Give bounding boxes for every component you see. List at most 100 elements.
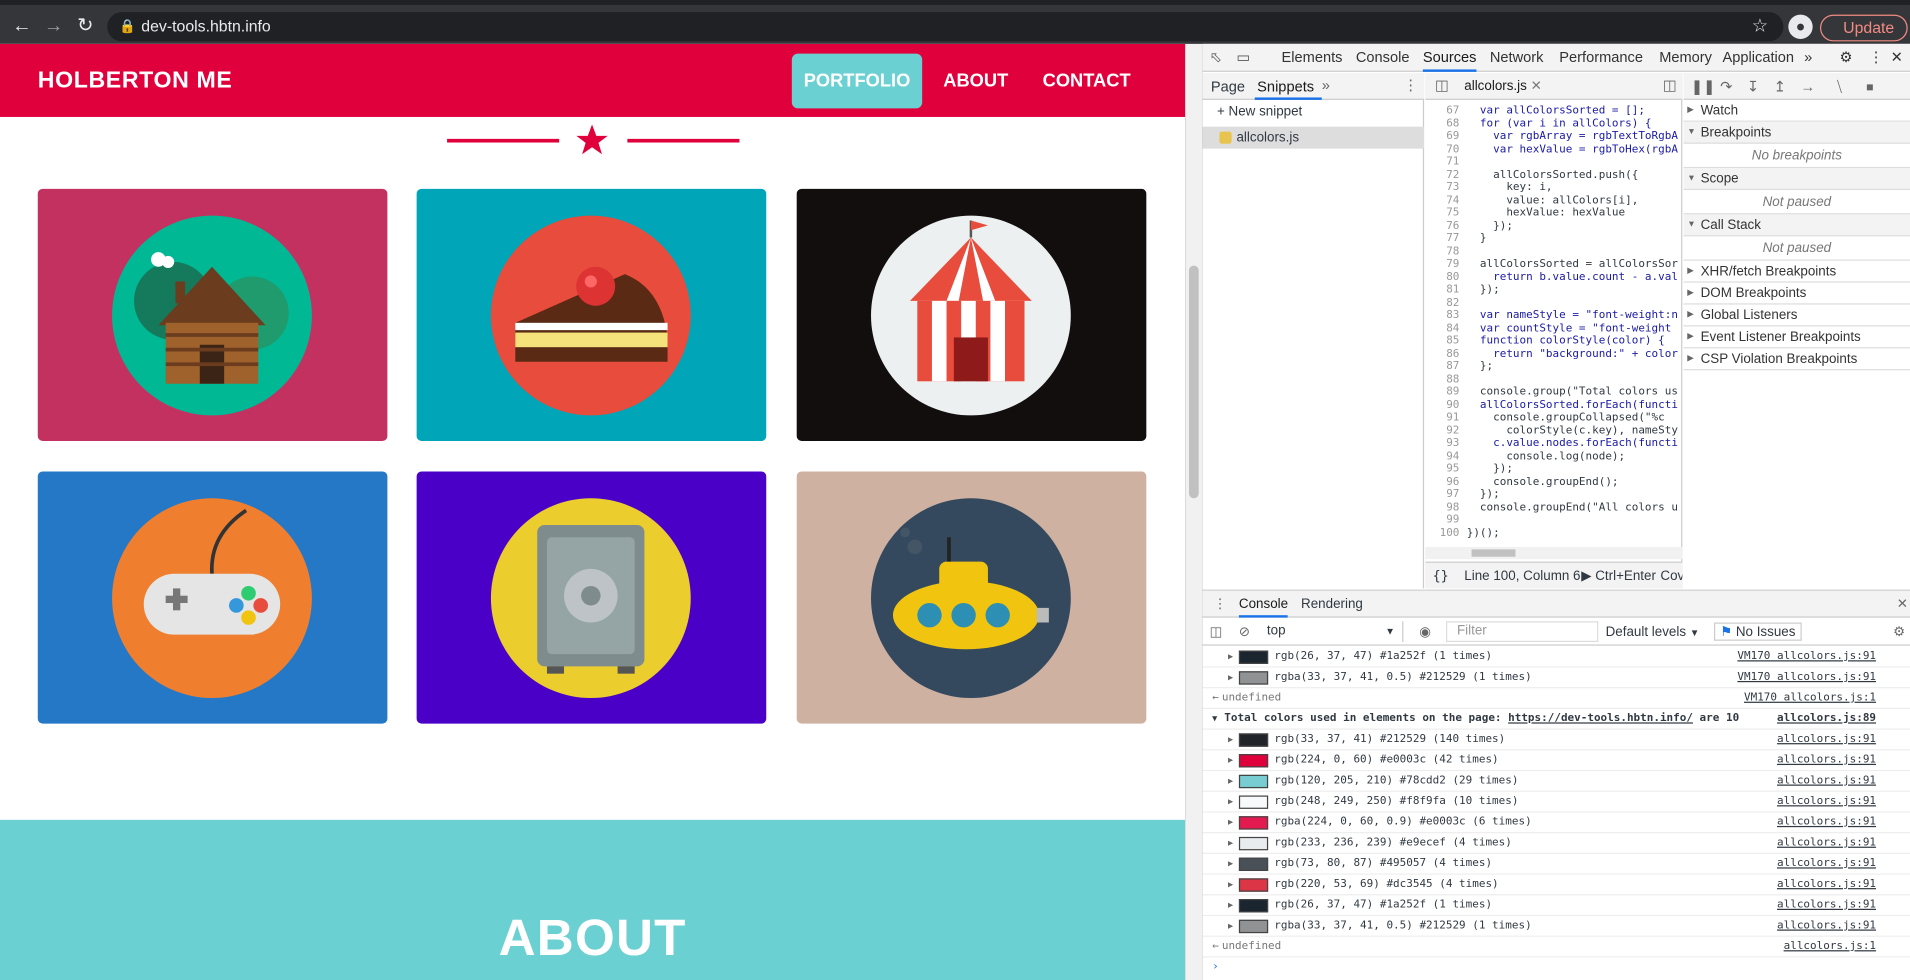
device-toggle-icon[interactable]: ▭ xyxy=(1236,44,1250,72)
drawer-tab-rendering[interactable]: Rendering xyxy=(1301,591,1363,618)
source-link[interactable]: allcolors.js:91 xyxy=(1777,730,1876,751)
code-line[interactable]: 90 allColorsSorted.forEach(functi xyxy=(1425,399,1682,412)
step-into-icon[interactable]: ↧ xyxy=(1747,73,1759,100)
nav-contact[interactable]: CONTACT xyxy=(1035,54,1137,109)
watch-section[interactable]: ▶ Watch xyxy=(1683,100,1910,122)
update-button[interactable]: Update xyxy=(1819,14,1908,42)
line-number[interactable]: 68 xyxy=(1425,118,1466,131)
line-number[interactable]: 67 xyxy=(1425,105,1466,118)
line-number[interactable]: 94 xyxy=(1425,450,1466,463)
brand-title[interactable]: HOLBERTON ME xyxy=(38,68,233,95)
pause-icon[interactable]: ❚❚ xyxy=(1691,73,1715,100)
back-icon[interactable]: ← xyxy=(10,15,34,39)
event-listener-breakpoints-section[interactable]: ▶ Event Listener Breakpoints xyxy=(1683,326,1910,349)
step-icon[interactable]: → xyxy=(1800,73,1815,100)
code-line[interactable]: 74 value: allColors[i], xyxy=(1425,194,1682,207)
code-line[interactable]: 100})(); xyxy=(1425,527,1682,540)
code-line[interactable]: 82 xyxy=(1425,297,1682,310)
more-options-icon[interactable]: ⋮ xyxy=(1869,44,1884,72)
line-number[interactable]: 97 xyxy=(1425,488,1466,501)
source-link[interactable]: allcolors.js:91 xyxy=(1777,833,1876,854)
code-line[interactable]: 93 c.value.nodes.forEach(functi xyxy=(1425,437,1682,450)
line-number[interactable]: 92 xyxy=(1425,425,1466,438)
code-line[interactable]: 73 key: i, xyxy=(1425,182,1682,195)
navigator-menu-icon[interactable]: ⋮ xyxy=(1403,77,1418,94)
scope-section[interactable]: ▼ Scope xyxy=(1683,168,1910,191)
line-number[interactable]: 72 xyxy=(1425,169,1466,182)
code-editor[interactable]: ◫ allcolors.js ✕ ◫ 67 var allColorsSorte… xyxy=(1425,73,1683,589)
more-tabs-icon[interactable]: » xyxy=(1804,44,1812,72)
portfolio-card-submarine[interactable] xyxy=(796,471,1147,724)
line-number[interactable]: 99 xyxy=(1425,514,1466,527)
profile-avatar[interactable]: ● xyxy=(1788,14,1813,39)
call-stack-section[interactable]: ▼ Call Stack xyxy=(1683,214,1910,237)
group-link[interactable]: https://dev-tools.hbtn.info/ xyxy=(1508,713,1693,725)
context-select[interactable]: top ▼ xyxy=(1267,621,1404,642)
source-link[interactable]: allcolors.js:91 xyxy=(1777,916,1876,937)
line-number[interactable]: 95 xyxy=(1425,463,1466,476)
line-number[interactable]: 76 xyxy=(1425,220,1466,233)
code-line[interactable]: 78 xyxy=(1425,245,1682,258)
close-drawer-icon[interactable]: ✕ xyxy=(1897,591,1908,618)
code-line[interactable]: 72 allColorsSorted.push({ xyxy=(1425,169,1682,182)
console-color-row[interactable]: ▶ rgb(33, 37, 41) #212529 (140 times) allc… xyxy=(1202,730,1910,751)
code-line[interactable]: 79 allColorsSorted = allColorsSor xyxy=(1425,258,1682,271)
console-group-header[interactable]: ▼ Total colors used in elements on the pa… xyxy=(1202,709,1910,730)
code-line[interactable]: 80 return b.value.count - a.val xyxy=(1425,271,1682,284)
tab-memory[interactable]: Memory xyxy=(1659,44,1712,72)
xhr-breakpoints-section[interactable]: ▶ XHR/fetch Breakpoints xyxy=(1683,261,1910,283)
console-color-row[interactable]: ▶ rgb(26, 37, 47) #1a252f (1 times) VM170 … xyxy=(1202,647,1910,668)
editor-tab-allcolors[interactable]: allcolors.js ✕ xyxy=(1459,78,1546,94)
line-number[interactable]: 73 xyxy=(1425,182,1466,195)
toggle-navigator-icon[interactable]: ◫ xyxy=(1435,77,1449,94)
line-number[interactable]: 69 xyxy=(1425,130,1466,143)
console-settings-icon[interactable]: ⚙ xyxy=(1893,619,1905,646)
code-line[interactable]: 92 colorStyle(c.key), nameSty xyxy=(1425,425,1682,438)
portfolio-card-circus[interactable] xyxy=(796,188,1147,441)
code-line[interactable]: 98 console.groupEnd("All colors u xyxy=(1425,501,1682,514)
line-number[interactable]: 74 xyxy=(1425,194,1466,207)
breakpoints-section[interactable]: ▼ Breakpoints xyxy=(1683,121,1910,144)
code-line[interactable]: 89 console.group("Total colors us xyxy=(1425,386,1682,399)
source-link[interactable]: allcolors.js:89 xyxy=(1777,709,1876,730)
source-link[interactable]: VM170 allcolors.js:91 xyxy=(1737,668,1876,689)
line-number[interactable]: 87 xyxy=(1425,361,1466,374)
inspect-icon[interactable]: ⬁ xyxy=(1210,44,1222,72)
tab-application[interactable]: Application xyxy=(1723,44,1795,72)
source-link[interactable]: VM170 allcolors.js:91 xyxy=(1737,647,1876,668)
code-line[interactable]: 86 return "background:" + color xyxy=(1425,348,1682,361)
new-snippet-button[interactable]: + New snippet xyxy=(1217,105,1302,120)
code-line[interactable]: 71 xyxy=(1425,156,1682,169)
line-number[interactable]: 83 xyxy=(1425,309,1466,322)
code-line[interactable]: 85 function colorStyle(color) { xyxy=(1425,335,1682,348)
source-link[interactable]: allcolors.js:1 xyxy=(1784,937,1876,958)
code-line[interactable]: 99 xyxy=(1425,514,1682,527)
line-number[interactable]: 79 xyxy=(1425,258,1466,271)
global-listeners-section[interactable]: ▶ Global Listeners xyxy=(1683,305,1910,327)
code-line[interactable]: 75 hexValue: hexValue xyxy=(1425,207,1682,220)
line-number[interactable]: 75 xyxy=(1425,207,1466,220)
console-color-row[interactable]: ▶ rgb(233, 236, 239) #e9ecef (4 times) all… xyxy=(1202,833,1910,854)
code-line[interactable]: 84 var countStyle = "font-weight xyxy=(1425,322,1682,335)
drawer-menu-icon[interactable]: ⋮ xyxy=(1213,591,1226,618)
portfolio-card-cake[interactable] xyxy=(416,188,767,441)
console-color-row[interactable]: ▶ rgba(33, 37, 41, 0.5) #212529 (1 times)… xyxy=(1202,916,1910,937)
line-number[interactable]: 84 xyxy=(1425,322,1466,335)
bookmark-star-icon[interactable]: ☆ xyxy=(1752,15,1768,39)
pause-on-exceptions-icon[interactable]: ⏹ xyxy=(1866,73,1873,100)
line-number[interactable]: 78 xyxy=(1425,245,1466,258)
toggle-debugger-icon[interactable]: ◫ xyxy=(1663,77,1677,94)
filter-input[interactable]: Filter xyxy=(1446,621,1599,642)
code-line[interactable]: 87 }; xyxy=(1425,361,1682,374)
console-color-row[interactable]: ▶ rgb(120, 205, 210) #78cdd2 (29 times) al… xyxy=(1202,771,1910,792)
format-icon[interactable]: {} xyxy=(1433,563,1449,589)
log-levels-dropdown[interactable]: Default levels ▼ xyxy=(1606,619,1700,647)
editor-hscroll-thumb[interactable] xyxy=(1471,549,1516,557)
code-line[interactable]: 81 }); xyxy=(1425,284,1682,297)
code-line[interactable]: 83 var nameStyle = "font-weight:n xyxy=(1425,309,1682,322)
reload-icon[interactable]: ↻ xyxy=(73,15,97,39)
address-bar[interactable]: 🔒 dev-tools.hbtn.info xyxy=(107,12,1784,42)
source-link[interactable]: VM170 allcolors.js:1 xyxy=(1744,688,1876,709)
nav-about[interactable]: ABOUT xyxy=(936,54,1016,109)
issues-button[interactable]: ⚑ No Issues xyxy=(1714,622,1802,641)
